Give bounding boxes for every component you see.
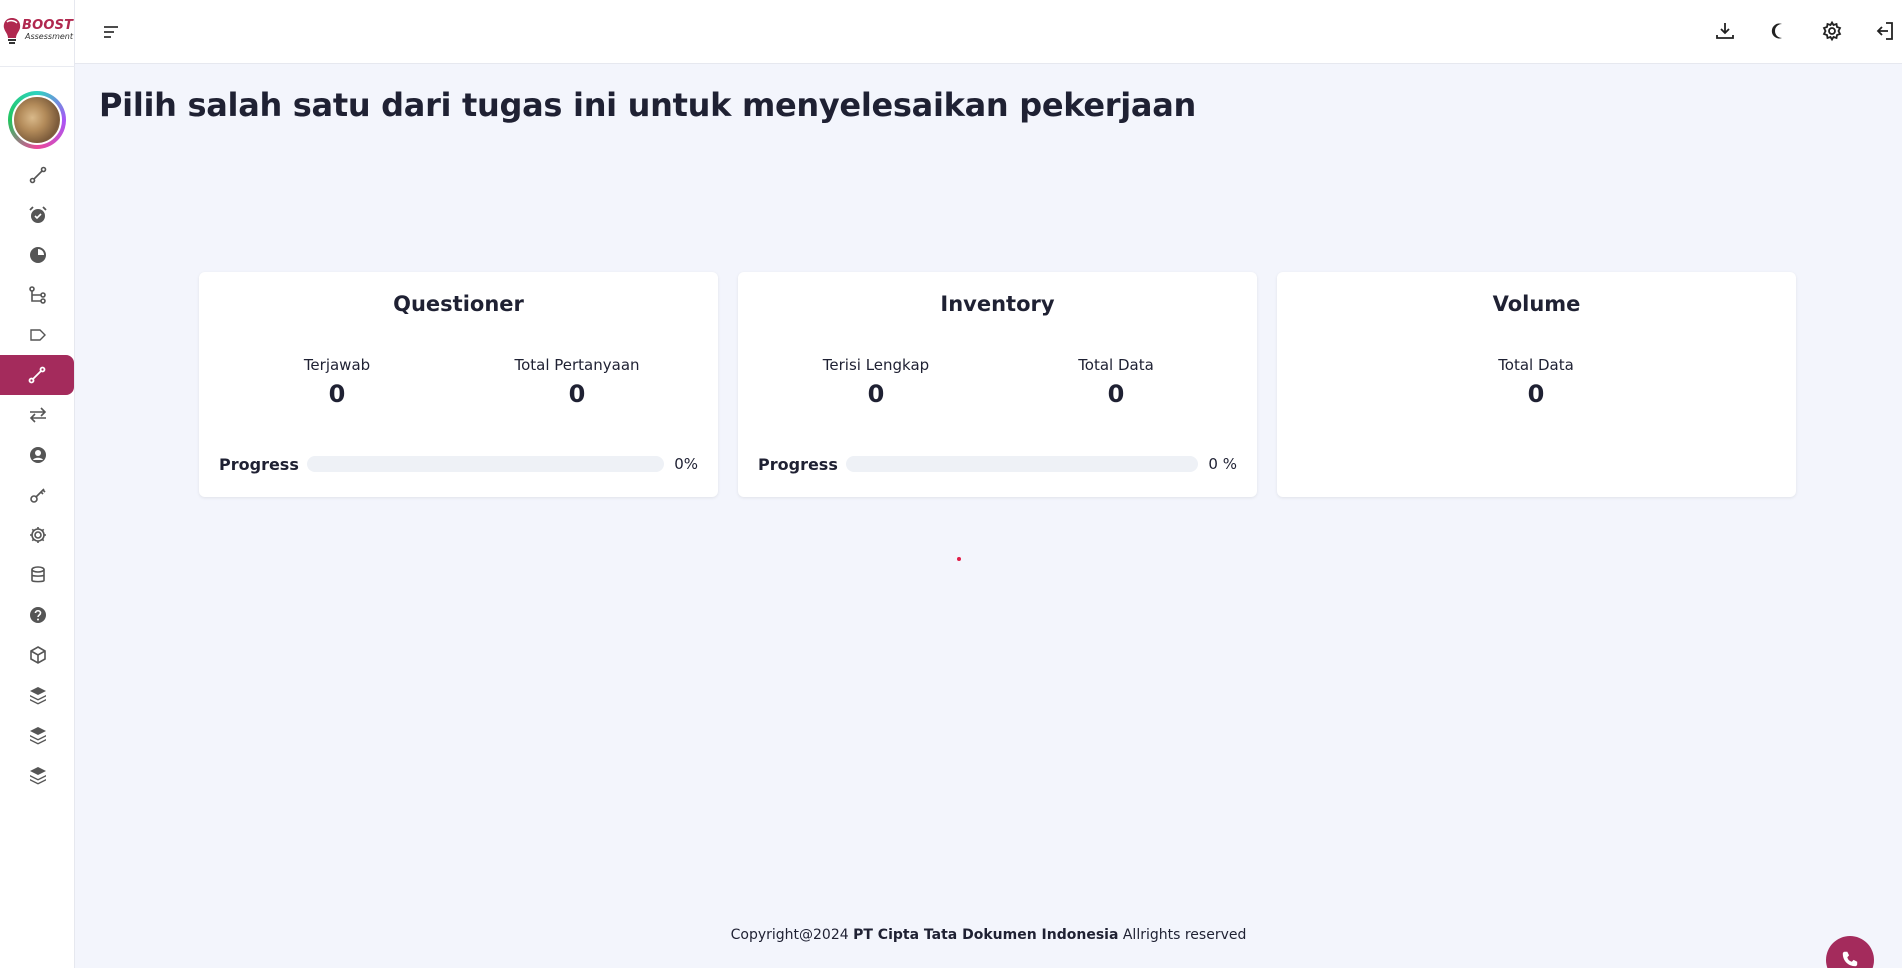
card-title: Questioner — [393, 292, 524, 316]
moon-icon[interactable] — [1768, 20, 1790, 42]
inventory-card[interactable]: Inventory Terisi Lengkap 0 Total Data 0 … — [738, 272, 1257, 497]
footer-suffix: Allrights reserved — [1118, 927, 1247, 943]
bulb-logo-icon — [3, 18, 21, 44]
stat-value: 0 — [568, 380, 586, 408]
layers-icon — [29, 687, 46, 705]
sidebar-item-tree[interactable] — [0, 275, 75, 315]
database-icon — [30, 566, 45, 583]
sidebar-item-layers-3[interactable] — [0, 755, 75, 795]
stat-answered: Terjawab 0 — [237, 356, 437, 408]
stat-filled-complete: Terisi Lengkap 0 — [776, 356, 976, 408]
sidebar-item-route-active[interactable] — [0, 355, 74, 395]
sidebar-item-tag[interactable] — [0, 315, 75, 355]
sidebar-item-alarm[interactable] — [0, 195, 75, 235]
stat-label: Terisi Lengkap — [822, 356, 930, 374]
progress-label: Progress — [758, 454, 838, 474]
sidebar-item-database[interactable] — [0, 555, 75, 595]
progress-row: Progress 0% — [219, 453, 698, 475]
stat-total-data: Total Data 0 — [1436, 356, 1636, 408]
volume-card[interactable]: Volume Total Data 0 — [1277, 272, 1796, 497]
stat-label: Total Data — [1498, 356, 1574, 374]
box-icon — [29, 646, 46, 664]
layers-icon — [29, 727, 46, 745]
stat-label: Total Data — [1078, 356, 1154, 374]
sidebar: BOOST Assessment — [0, 0, 75, 968]
progress-label: Progress — [219, 454, 299, 474]
footer-company: PT Cipta Tata Dokumen Indonesia — [853, 927, 1119, 943]
loading-dot — [957, 557, 961, 561]
stat-value: 0 — [1527, 380, 1545, 408]
transfer-icon — [29, 407, 46, 423]
stat-label: Terjawab — [303, 356, 371, 374]
pie-icon — [29, 247, 46, 263]
logout-icon[interactable] — [1874, 20, 1896, 42]
page-title: Pilih salah satu dari tugas ini untuk me… — [99, 86, 1196, 124]
stat-label: Total Pertanyaan — [514, 356, 640, 374]
sidebar-item-transfer[interactable] — [0, 395, 75, 435]
alarm-icon — [28, 206, 47, 223]
avatar[interactable] — [8, 91, 66, 149]
questioner-card[interactable]: Questioner Terjawab 0 Total Pertanyaan 0… — [199, 272, 718, 497]
brand-name: BOOST — [22, 18, 74, 33]
footer-prefix: Copyright@2024 — [730, 927, 854, 943]
stat-value: 0 — [867, 380, 885, 408]
progress-percent: 0% — [674, 455, 698, 473]
sidebar-item-route[interactable] — [0, 155, 75, 195]
stat-value: 0 — [1107, 380, 1125, 408]
sidebar-item-help[interactable] — [0, 595, 75, 635]
user-circle-icon — [29, 447, 46, 463]
layers-icon — [29, 767, 46, 785]
progress-row: Progress 0 % — [758, 453, 1237, 475]
help-icon — [29, 607, 46, 623]
sidebar-item-user[interactable] — [0, 435, 75, 475]
footer: Copyright@2024 PT Cipta Tata Dokumen Ind… — [75, 927, 1902, 943]
tag-icon — [29, 329, 46, 341]
progress-bar — [845, 456, 1199, 472]
brand-logo[interactable]: BOOST Assessment — [0, 14, 75, 50]
menu-icon[interactable] — [101, 22, 121, 42]
settings-icon — [29, 527, 46, 543]
sidebar-item-layers-2[interactable] — [0, 715, 75, 755]
card-title: Inventory — [940, 292, 1055, 316]
sidebar-divider — [0, 66, 75, 67]
route-icon — [29, 166, 46, 184]
stat-value: 0 — [328, 380, 346, 408]
phone-icon — [1842, 951, 1858, 967]
sidebar-item-layers-1[interactable] — [0, 675, 75, 715]
card-title: Volume — [1492, 292, 1581, 316]
progress-bar — [306, 456, 665, 472]
tree-icon — [28, 286, 46, 304]
topbar — [75, 0, 1902, 64]
progress-percent: 0 % — [1208, 455, 1237, 473]
stat-total-data: Total Data 0 — [1016, 356, 1216, 408]
gear-icon[interactable] — [1821, 20, 1843, 42]
download-icon[interactable] — [1714, 20, 1736, 42]
route-icon — [28, 366, 46, 384]
stat-total-questions: Total Pertanyaan 0 — [477, 356, 677, 408]
sidebar-item-pie[interactable] — [0, 235, 75, 275]
sidebar-item-box[interactable] — [0, 635, 75, 675]
sidebar-item-settings[interactable] — [0, 515, 75, 555]
sidebar-item-key[interactable] — [0, 475, 75, 515]
key-icon — [29, 488, 46, 503]
brand-subtitle: Assessment — [25, 32, 73, 41]
